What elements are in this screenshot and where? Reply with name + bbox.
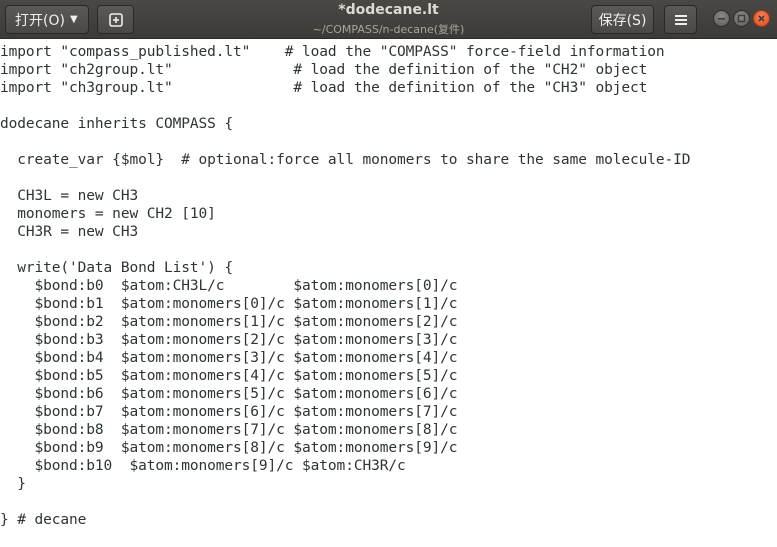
maximize-button[interactable]: [733, 10, 750, 27]
code-line: import "compass_published.lt" # load the…: [0, 44, 665, 60]
code-line: $bond:b10 $atom:monomers[9]/c $atom:CH3R…: [0, 458, 406, 474]
window-subtitle: ~/COMPASS/n-decane(复件): [312, 23, 465, 36]
code-line: $bond:b6 $atom:monomers[5]/c $atom:monom…: [0, 386, 458, 402]
code-line: import "ch2group.lt" # load the definiti…: [0, 62, 648, 78]
title-bar: 打开(O) ▼ *dodecane.lt ~/COMPASS/n-decane(…: [0, 0, 777, 39]
code-line: $bond:b7 $atom:monomers[6]/c $atom:monom…: [0, 404, 458, 420]
text-editor-area[interactable]: import "compass_published.lt" # load the…: [0, 39, 777, 547]
code-line: $bond:b3 $atom:monomers[2]/c $atom:monom…: [0, 332, 458, 348]
maximize-icon: [737, 14, 746, 23]
window-title: *dodecane.lt: [338, 2, 439, 18]
code-line: $bond:b9 $atom:monomers[8]/c $atom:monom…: [0, 440, 458, 456]
code-line: } # decane: [0, 512, 87, 528]
code-line: $bond:b4 $atom:monomers[3]/c $atom:monom…: [0, 350, 458, 366]
code-line: $bond:b8 $atom:monomers[7]/c $atom:monom…: [0, 422, 458, 438]
hamburger-menu-button[interactable]: [664, 5, 697, 34]
code-line: CH3R = new CH3: [0, 224, 139, 240]
close-icon: [758, 15, 765, 22]
minimize-icon: [718, 18, 725, 20]
code-line: import "ch3group.lt" # load the definiti…: [0, 80, 648, 96]
code-line: monomers = new CH2 [10]: [0, 206, 216, 222]
code-line: $bond:b5 $atom:monomers[4]/c $atom:monom…: [0, 368, 458, 384]
close-button[interactable]: [753, 10, 770, 27]
code-line: $bond:b2 $atom:monomers[1]/c $atom:monom…: [0, 314, 458, 330]
save-button[interactable]: 保存(S): [591, 5, 654, 34]
code-line: create_var {$mol} # optional:force all m…: [0, 152, 691, 168]
code-line: $bond:b1 $atom:monomers[0]/c $atom:monom…: [0, 296, 458, 312]
minimize-button[interactable]: [713, 10, 730, 27]
code-line: CH3L = new CH3: [0, 188, 139, 204]
code-line: $bond:b0 $atom:CH3L/c $atom:monomers[0]/…: [0, 278, 458, 294]
code-line: }: [0, 476, 26, 492]
hamburger-menu-icon: [674, 14, 687, 25]
code-line: dodecane inherits COMPASS {: [0, 116, 234, 132]
code-line: write('Data Bond List') {: [0, 260, 234, 276]
